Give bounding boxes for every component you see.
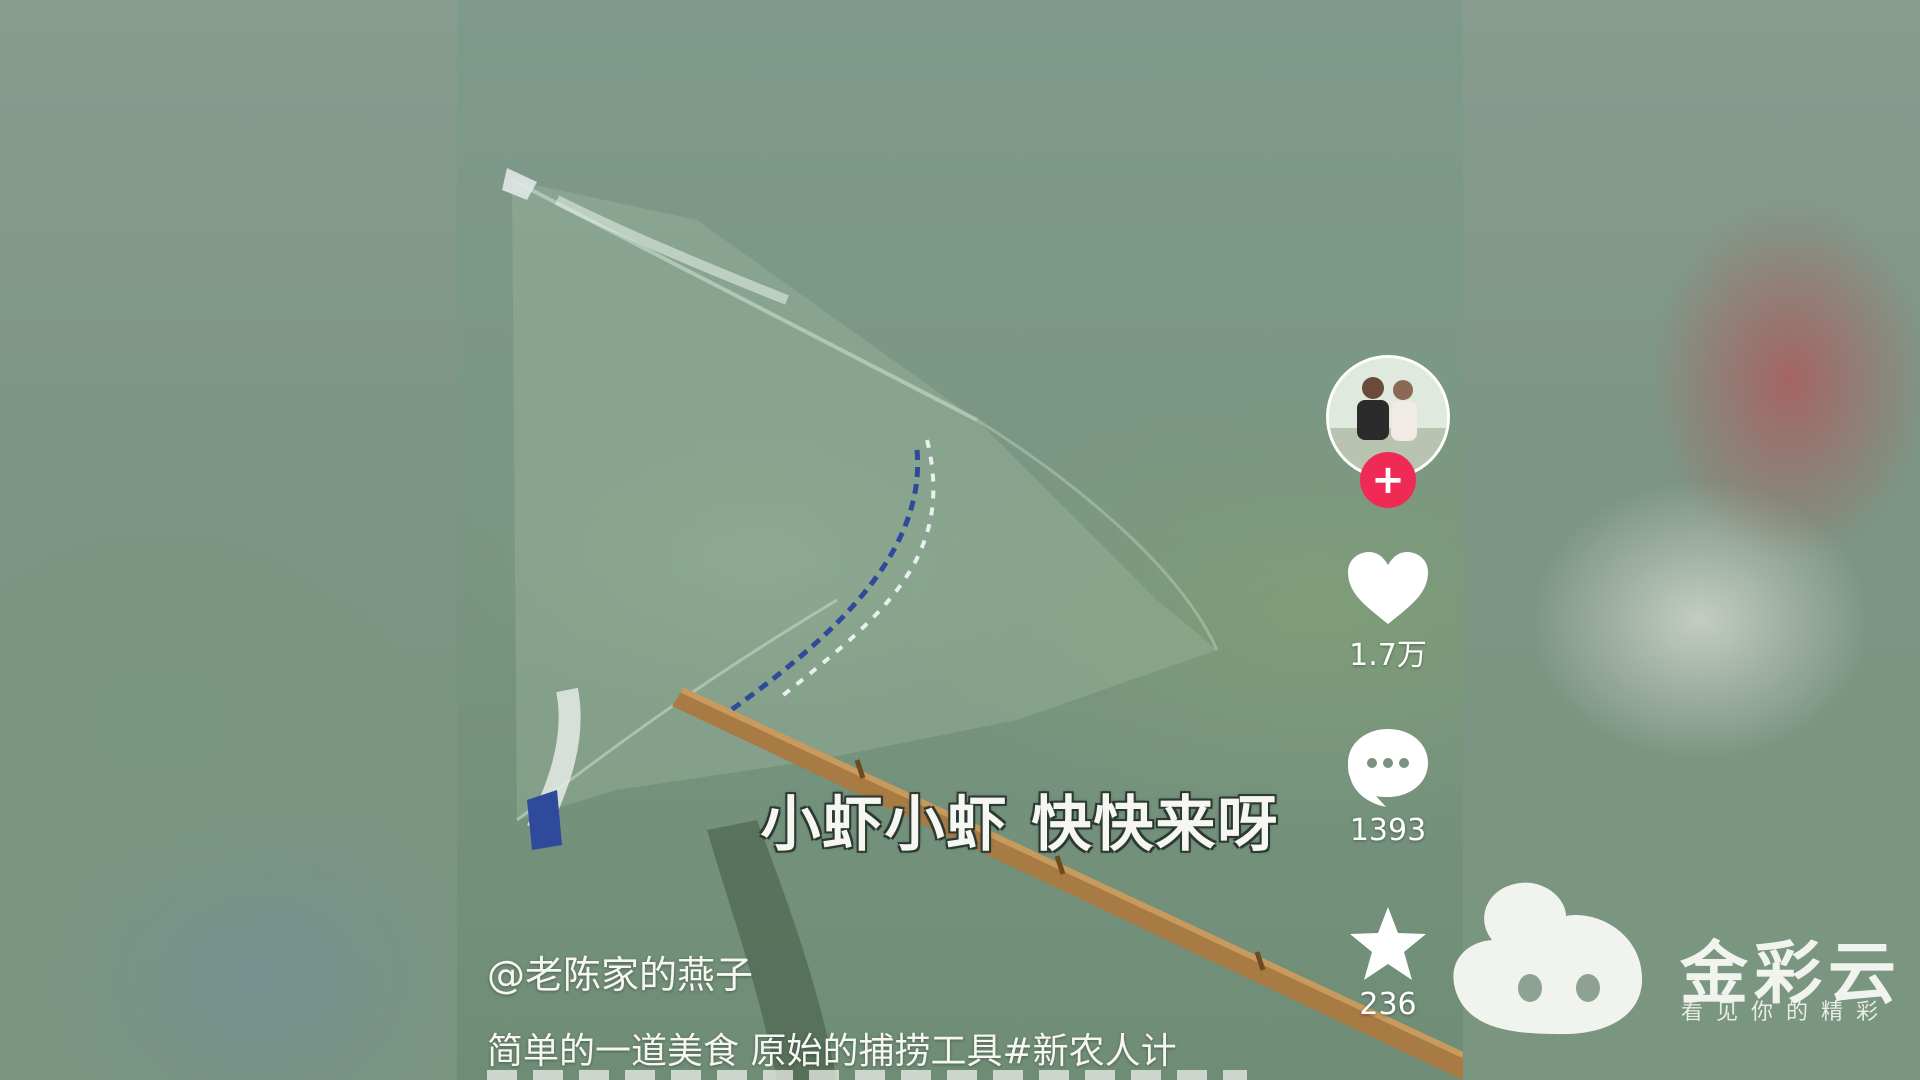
comment-icon <box>1348 729 1428 807</box>
fishing-net <box>502 168 1219 850</box>
watermark-slogan: 看见你的精彩 <box>1681 1000 1892 1025</box>
like-button[interactable]: 1.7万 <box>1330 550 1446 674</box>
like-count: 1.7万 <box>1349 638 1427 673</box>
video-caption[interactable]: 简单的一道美食 原始的捕捞工具#新农人计 <box>487 1022 1287 1074</box>
comment-count: 1393 <box>1349 813 1427 848</box>
plus-icon: + <box>1371 457 1405 503</box>
favorite-count: 236 <box>1359 987 1417 1022</box>
watermark-cloud-logo <box>1453 882 1643 1035</box>
star-icon <box>1350 907 1426 980</box>
caption-second-line <box>487 1070 1247 1080</box>
video-player[interactable]: 小虾小虾 快快来呀 @老陈家的燕子 简单的一道美食 原始的捕捞工具#新农人计 <box>457 0 1463 1080</box>
heart-icon <box>1348 552 1428 624</box>
video-subtitle: 小虾小虾 快快来呀 <box>760 790 1280 860</box>
author-handle[interactable]: @老陈家的燕子 <box>487 944 753 999</box>
follow-button[interactable]: + <box>1360 452 1416 508</box>
favorite-button[interactable]: 236 <box>1330 905 1446 1022</box>
comment-button[interactable]: 1393 <box>1330 727 1446 848</box>
video-frame <box>502 168 1463 1080</box>
